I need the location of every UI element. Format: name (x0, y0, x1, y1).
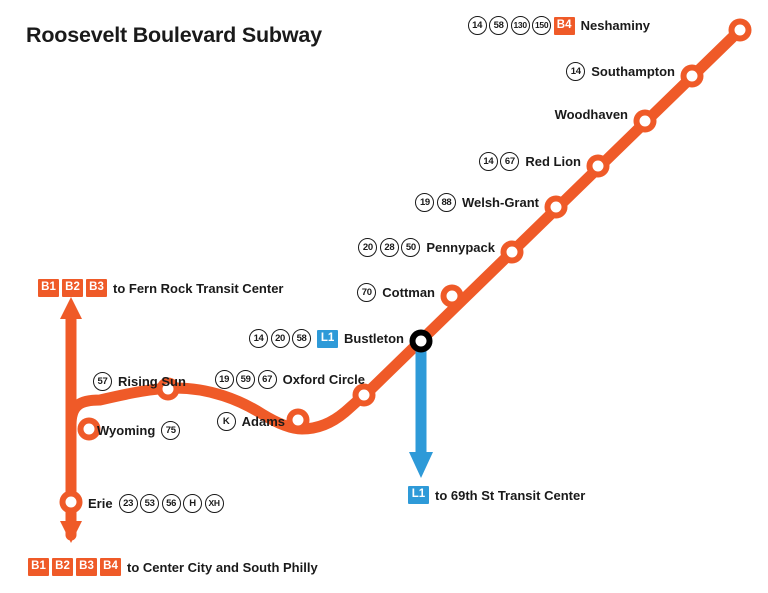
route-badge-b4[interactable]: B4 (553, 16, 575, 35)
route-badge-b2[interactable]: B2 (62, 279, 83, 297)
route-badge-b1[interactable]: B1 (28, 558, 49, 576)
destination-label-fern-rock: B1 B2 B3 to Fern Rock Transit Center (38, 279, 283, 297)
station-name: Red Lion (525, 154, 581, 169)
station-label-erie: Erie 23 53 56 H XH (88, 494, 226, 513)
route-badge-b1[interactable]: B1 (38, 279, 59, 297)
bus-route-badge[interactable]: 14 (566, 62, 586, 81)
station-name: Wyoming (97, 423, 156, 438)
station-name: Southampton (591, 64, 675, 79)
station-node-pennypack[interactable] (500, 240, 524, 264)
station-name: Oxford Circle (282, 372, 365, 387)
bus-route-badge[interactable]: 150 (532, 16, 552, 35)
station-name: Cottman (382, 285, 435, 300)
bus-route-badge[interactable]: 28 (379, 238, 399, 257)
destination-text: to Center City and South Philly (127, 559, 318, 575)
station-label-neshaminy: 14 58 130 150 B4 Neshaminy (460, 16, 650, 35)
bus-route-badge[interactable]: 20 (358, 238, 378, 257)
station-node-woodhaven[interactable] (633, 109, 657, 133)
station-node-cottman[interactable] (440, 284, 464, 308)
station-name: Welsh-Grant (461, 195, 539, 210)
station-name: Rising Sun (118, 374, 186, 389)
station-node-bustleton[interactable] (409, 329, 433, 353)
destination-label-center-city: B1 B2 B3 B4 to Center City and South Phi… (28, 558, 318, 576)
bus-route-badge[interactable]: 130 (510, 16, 530, 35)
station-name: Neshaminy (580, 18, 650, 33)
station-name: Woodhaven (554, 107, 628, 122)
transit-map: Roosevelt Boulevard Subway 14 58 130 150… (0, 0, 768, 593)
station-label-southampton: 14 Southampton (460, 62, 675, 81)
bus-route-badge[interactable]: 14 (467, 16, 487, 35)
station-node-red-lion[interactable] (586, 154, 610, 178)
bus-route-badge[interactable]: 14 (249, 329, 269, 348)
bus-route-badge[interactable]: 50 (401, 238, 421, 257)
bus-route-badge[interactable]: H (183, 494, 203, 513)
bus-route-badge[interactable]: 20 (270, 329, 290, 348)
bus-route-badge[interactable]: 75 (161, 421, 181, 440)
route-badge-l1[interactable]: L1 (408, 486, 429, 504)
orange-south-arrowhead (60, 521, 82, 543)
station-name: Erie (88, 496, 113, 511)
station-label-woodhaven: Woodhaven (430, 107, 628, 122)
station-label-welsh-grant: 19 88 Welsh-Grant (330, 193, 539, 212)
bus-route-badge[interactable]: 58 (489, 16, 509, 35)
route-badge-b3[interactable]: B3 (86, 279, 107, 297)
blue-south-arrowhead (409, 452, 433, 478)
bus-route-badge[interactable]: 19 (415, 193, 435, 212)
bus-route-badge[interactable]: XH (204, 494, 224, 513)
bus-route-badge[interactable]: 19 (214, 370, 234, 389)
station-node-wyoming[interactable] (77, 417, 101, 441)
station-name: Bustleton (344, 331, 404, 346)
bus-route-badge[interactable]: 14 (478, 152, 498, 171)
station-label-pennypack: 20 28 50 Pennypack (280, 238, 495, 257)
destination-text: to Fern Rock Transit Center (113, 280, 284, 296)
bus-route-badge[interactable]: K (216, 412, 236, 431)
orange-north-arrowhead (60, 297, 82, 319)
route-badge-b2[interactable]: B2 (52, 558, 73, 576)
station-node-neshaminy[interactable] (728, 18, 752, 42)
destination-text: to 69th St Transit Center (435, 487, 586, 503)
bus-route-badge[interactable]: 58 (292, 329, 312, 348)
route-badge-b4[interactable]: B4 (100, 558, 121, 576)
bus-route-badge[interactable]: 70 (357, 283, 377, 302)
station-node-southampton[interactable] (680, 64, 704, 88)
bus-route-badge[interactable]: 23 (118, 494, 138, 513)
station-label-red-lion: 14 67 Red Lion (380, 152, 581, 171)
bus-route-badge[interactable]: 59 (236, 370, 256, 389)
station-node-welsh-grant[interactable] (544, 195, 568, 219)
station-name: Adams (241, 414, 285, 429)
blue-line-group (409, 341, 433, 478)
bus-route-badge[interactable]: 53 (140, 494, 160, 513)
station-node-erie[interactable] (59, 490, 83, 514)
station-label-wyoming: Wyoming 75 (97, 421, 183, 440)
station-node-adams[interactable] (286, 408, 310, 432)
bus-route-badge[interactable]: 88 (436, 193, 456, 212)
station-label-bustleton: 14 20 58 L1 Bustleton (190, 329, 404, 348)
route-badge-l1[interactable]: L1 (317, 329, 339, 348)
station-label-rising-sun: 57 Rising Sun (93, 372, 186, 391)
destination-label-69th-st: L1 to 69th St Transit Center (408, 486, 585, 504)
bus-route-badge[interactable]: 57 (93, 372, 112, 391)
bus-route-badge[interactable]: 67 (500, 152, 520, 171)
station-name: Pennypack (426, 240, 495, 255)
bus-route-badge[interactable]: 56 (161, 494, 181, 513)
route-badge-b3[interactable]: B3 (76, 558, 97, 576)
station-node-oxford-circle[interactable] (352, 383, 376, 407)
bus-route-badge[interactable]: 67 (257, 370, 277, 389)
